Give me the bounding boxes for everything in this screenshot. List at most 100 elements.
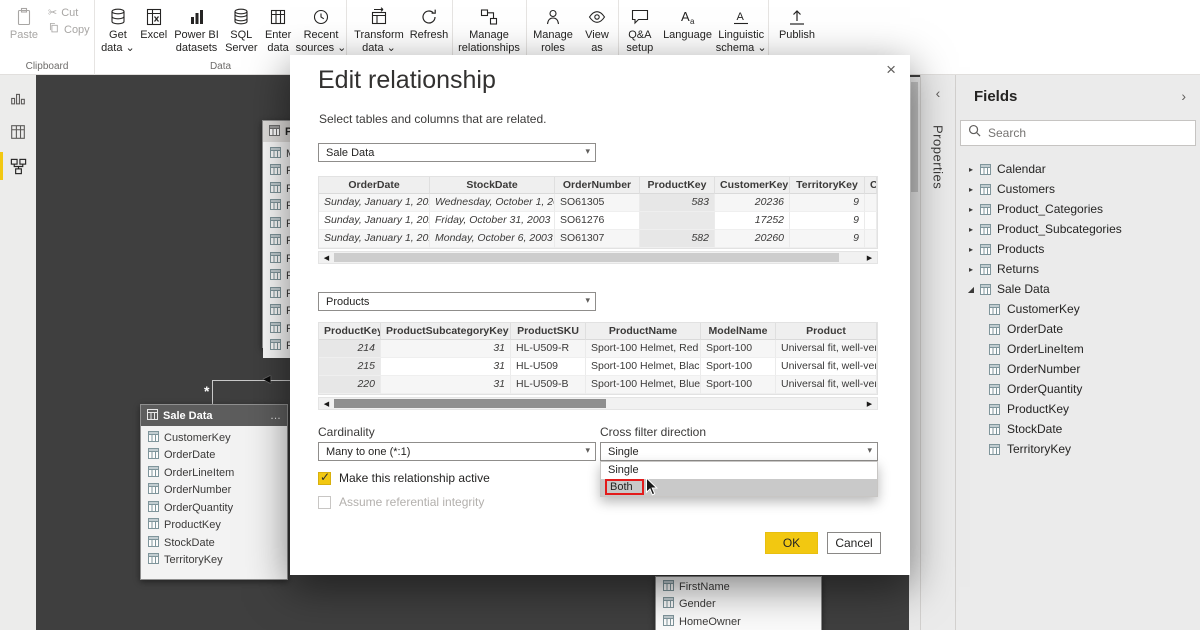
svg-text:A: A <box>681 9 690 24</box>
partial-table-bottom[interactable]: FirstName Gender HomeOwner <box>655 576 822 630</box>
chevron-right-icon[interactable]: ▸ <box>964 205 978 214</box>
chevron-right-icon[interactable]: ▸ <box>964 165 978 174</box>
model-view-button[interactable] <box>0 151 36 181</box>
scrollbar-thumb[interactable] <box>334 399 606 408</box>
field-item[interactable]: StockDate <box>956 419 1200 439</box>
field-item[interactable]: OrderLineItem <box>956 339 1200 359</box>
recent-sources-button[interactable]: Recent sources ⌄ <box>296 4 346 54</box>
enter-data-button[interactable]: Enter data <box>260 4 296 54</box>
cardinality-dropdown[interactable]: Many to one (*:1) ▾ <box>318 442 596 461</box>
view-rail <box>0 75 36 630</box>
table1-hscrollbar[interactable]: ◀ ▶ <box>318 251 878 264</box>
refresh-button[interactable]: Refresh <box>407 4 451 42</box>
database-icon <box>108 4 128 29</box>
field-table-icon <box>989 324 1000 335</box>
transform-data-button[interactable]: Transform data ⌄ <box>351 4 407 54</box>
sql-server-button[interactable]: SQL Server <box>222 4 260 54</box>
manage-roles-button[interactable]: Manage roles <box>527 4 579 54</box>
linguistic-schema-button[interactable]: A Linguistic schema ⌄ <box>714 4 768 54</box>
relationship-line[interactable] <box>212 380 294 381</box>
powerbi-datasets-button[interactable]: Power BI datasets <box>171 4 223 54</box>
field-table-item[interactable]: ▸ Product_Categories <box>956 199 1200 219</box>
table2-hscrollbar[interactable]: ◀ ▶ <box>318 397 878 410</box>
chevron-right-icon[interactable]: ▸ <box>964 265 978 274</box>
field-item[interactable]: TerritoryKey <box>141 552 287 570</box>
field-table-item-expanded[interactable]: ◢ Sale Data <box>956 279 1200 299</box>
crossfilter-arrow-icon: ◀ <box>263 374 271 385</box>
field-table-icon <box>148 553 159 567</box>
field-item[interactable]: ProductKey <box>141 517 287 535</box>
view-as-button[interactable]: View as <box>579 4 615 54</box>
field-item[interactable]: CustomerKey <box>956 299 1200 319</box>
chevron-right-icon[interactable]: ▸ <box>964 185 978 194</box>
field-item[interactable]: OrderLineItem <box>141 464 287 482</box>
sale-data-table-card[interactable]: Sale Data … CustomerKey <box>140 404 288 580</box>
collapse-fields-icon[interactable]: › <box>1181 88 1186 104</box>
option-both[interactable]: Both <box>601 479 877 496</box>
field-item[interactable]: HomeOwner <box>656 613 821 630</box>
ok-button[interactable]: OK <box>765 532 818 554</box>
chevron-right-icon[interactable]: ▸ <box>964 225 978 234</box>
canvas-vertical-scrollbar[interactable] <box>909 77 920 630</box>
field-item[interactable]: CustomerKey <box>141 429 287 447</box>
field-item[interactable]: TerritoryKey <box>956 439 1200 459</box>
scrollbar-thumb[interactable] <box>911 82 918 192</box>
field-item[interactable]: StockDate <box>141 534 287 552</box>
field-item[interactable]: OrderQuantity <box>141 499 287 517</box>
field-table-item[interactable]: ▸ Customers <box>956 179 1200 199</box>
relationships-icon <box>479 4 499 29</box>
field-table-item[interactable]: ▸ Product_Subcategories <box>956 219 1200 239</box>
search-input[interactable] <box>988 126 1188 140</box>
language-icon: Aa <box>678 4 698 29</box>
cancel-button[interactable]: Cancel <box>827 532 881 554</box>
qa-setup-button[interactable]: Q&A setup <box>619 4 661 54</box>
field-table-item[interactable]: ▸ Products <box>956 239 1200 259</box>
cut-icon: ✂ <box>48 6 57 19</box>
powerbi-app: Paste ✂ Cut Copy Clipboard <box>0 0 1200 630</box>
table2-selector[interactable]: Products ▾ <box>318 292 596 311</box>
card-menu-icon[interactable]: … <box>270 410 281 422</box>
field-item[interactable]: FirstName <box>656 578 821 596</box>
field-table-icon <box>270 234 281 248</box>
field-table-item[interactable]: ▸ Returns <box>956 259 1200 279</box>
publish-button[interactable]: Publish <box>769 4 825 42</box>
close-icon[interactable]: × <box>886 61 896 78</box>
scroll-left-icon[interactable]: ◀ <box>319 252 334 263</box>
scrollbar-thumb[interactable] <box>334 253 839 262</box>
excel-button[interactable]: Excel <box>137 4 171 42</box>
field-item[interactable]: Gender <box>656 596 821 614</box>
paste-button[interactable]: Paste <box>6 4 42 42</box>
scroll-left-icon[interactable]: ◀ <box>319 398 334 409</box>
table-row: Sunday, January 1, 2017 Friday, October … <box>319 212 877 230</box>
field-item[interactable]: OrderDate <box>141 447 287 465</box>
field-item[interactable]: OrderNumber <box>141 482 287 500</box>
copy-button[interactable]: Copy <box>48 22 90 37</box>
field-item[interactable]: OrderQuantity <box>956 379 1200 399</box>
field-item[interactable]: OrderNumber <box>956 359 1200 379</box>
language-button[interactable]: Aa Language <box>661 4 715 42</box>
cut-button[interactable]: ✂ Cut <box>48 6 90 19</box>
field-table-icon <box>148 448 159 462</box>
table-icon <box>980 184 991 195</box>
scroll-right-icon[interactable]: ▶ <box>862 252 877 263</box>
table-row: Sunday, January 1, 2017 Wednesday, Octob… <box>319 194 877 212</box>
manage-relationships-button[interactable]: Manage relationships <box>453 4 525 54</box>
table1-selector[interactable]: Sale Data ▾ <box>318 143 596 162</box>
chevron-expanded-icon[interactable]: ◢ <box>964 285 978 294</box>
properties-pane-title[interactable]: Properties <box>931 125 946 189</box>
data-view-button[interactable] <box>0 117 36 147</box>
option-single[interactable]: Single <box>601 462 877 479</box>
field-item[interactable]: OrderDate <box>956 319 1200 339</box>
field-table-icon <box>989 424 1000 435</box>
scroll-right-icon[interactable]: ▶ <box>862 398 877 409</box>
chevron-right-icon[interactable]: ▸ <box>964 245 978 254</box>
report-view-button[interactable] <box>0 83 36 113</box>
field-table-item[interactable]: ▸ Calendar <box>956 159 1200 179</box>
make-active-checkbox[interactable]: ✓ Make this relationship active <box>318 471 490 485</box>
get-data-button[interactable]: Get data ⌄ <box>99 4 137 54</box>
field-item[interactable]: ProductKey <box>956 399 1200 419</box>
checkbox-checked-icon[interactable]: ✓ <box>318 472 331 485</box>
crossfilter-dropdown[interactable]: Single ▾ <box>600 442 878 461</box>
expand-properties-icon[interactable]: ‹ <box>921 85 955 101</box>
fields-search-box[interactable] <box>960 120 1196 146</box>
